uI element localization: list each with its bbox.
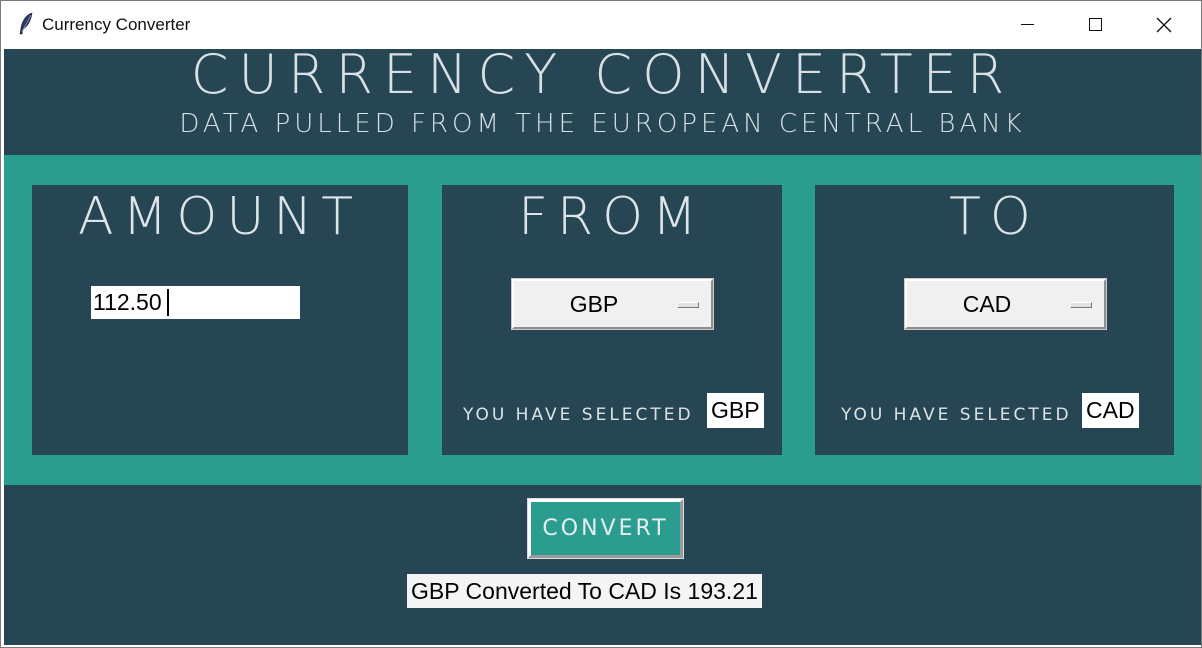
band-divider (408, 185, 442, 455)
from-panel: FROM GBP YOU HAVE SELECTED GBP (442, 185, 782, 455)
app-window: Currency Converter CURRENCY CONVERTER DA… (0, 0, 1202, 648)
dropdown-indicator-icon (1070, 302, 1092, 308)
amount-panel: AMOUNT (32, 185, 408, 455)
convert-button[interactable]: CONVERT (528, 499, 683, 558)
maximize-button[interactable] (1072, 1, 1118, 48)
to-heading: TO (949, 187, 1040, 247)
minimize-icon (1020, 24, 1034, 25)
to-selected-value: CAD (1082, 393, 1139, 428)
close-button[interactable] (1141, 1, 1187, 48)
title-bar[interactable]: Currency Converter (1, 1, 1201, 48)
close-icon (1156, 17, 1172, 32)
from-currency-dropdown[interactable]: GBP (512, 279, 713, 329)
from-selected-value: GBP (707, 393, 764, 428)
from-heading: FROM (518, 187, 706, 247)
amount-input[interactable] (91, 286, 300, 319)
input-band: AMOUNT FROM GBP YOU HAVE SELECTED GBP TO… (4, 155, 1201, 485)
to-currency-dropdown[interactable]: CAD (905, 279, 1106, 329)
band-divider (1174, 185, 1201, 455)
band-divider (782, 185, 815, 455)
band-divider (4, 185, 32, 455)
window-title: Currency Converter (42, 15, 191, 34)
to-selected-label: YOU HAVE SELECTED (841, 405, 1072, 425)
from-dropdown-value: GBP (569, 291, 619, 317)
from-selected-label: YOU HAVE SELECTED (463, 405, 694, 425)
app-subtitle: DATA PULLED FROM THE EUROPEAN CENTRAL BA… (179, 109, 1026, 139)
app-content: CURRENCY CONVERTER DATA PULLED FROM THE … (4, 43, 1201, 645)
amount-heading: AMOUNT (77, 187, 363, 247)
maximize-icon (1088, 18, 1102, 31)
app-title: CURRENCY CONVERTER (190, 43, 1015, 106)
dropdown-indicator-icon (677, 302, 699, 308)
minimize-button[interactable] (1004, 1, 1050, 48)
to-panel: TO CAD YOU HAVE SELECTED CAD (815, 185, 1174, 455)
feather-icon (19, 12, 33, 35)
to-dropdown-value: CAD (962, 291, 1012, 317)
conversion-result: GBP Converted To CAD Is 193.21 (407, 574, 762, 608)
text-caret (167, 289, 169, 316)
